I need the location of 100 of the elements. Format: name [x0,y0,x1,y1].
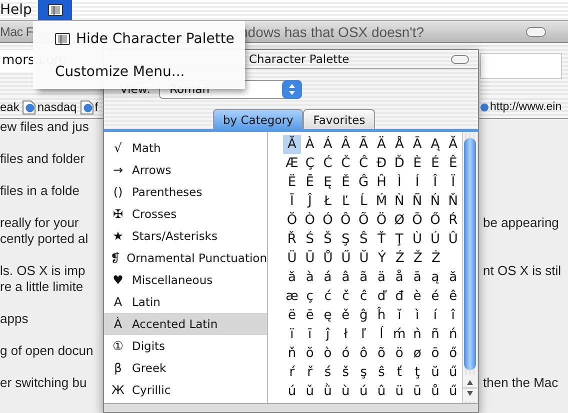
scroll-arrows-icon[interactable] [463,375,477,401]
character-cell[interactable]: Ê [444,154,462,173]
character-cell[interactable]: Ì [390,173,408,192]
character-cell[interactable]: Á [318,135,337,154]
tab[interactable]: Favorites [303,109,376,129]
character-cell[interactable]: š [336,363,355,382]
character-cell[interactable]: ů [426,382,444,401]
character-cell[interactable]: ĭ [390,306,408,325]
category-item[interactable]: β Greek [104,357,267,379]
character-cell[interactable]: ŭ [426,363,444,382]
category-item[interactable]: ✠ Crosses [104,203,267,225]
character-cell[interactable]: Ă [444,135,462,154]
character-cell[interactable]: Û [444,230,462,249]
character-cell[interactable]: Ò [300,211,319,230]
category-item[interactable]: A Latin [104,291,267,313]
character-cell[interactable]: ş [354,363,373,382]
character-cell[interactable]: ò [318,344,337,363]
character-cell[interactable]: Ŭ [355,249,373,268]
character-cell[interactable]: É [426,154,444,173]
character-cell[interactable]: Ù [408,230,426,249]
character-cell[interactable]: Ã [354,135,373,154]
character-cell[interactable]: Ź [391,249,409,268]
category-item[interactable]: ♥ Miscellaneous [104,269,267,291]
character-cell[interactable]: õ [372,344,390,363]
character-cell[interactable]: ê [444,287,462,306]
character-cell[interactable]: ě [336,306,355,325]
character-cell[interactable]: ḿ [390,325,408,344]
character-cell[interactable]: ǔ [300,382,319,401]
character-cell[interactable]: à [300,268,319,287]
category-item[interactable]: √ Math [104,137,267,159]
character-cell[interactable]: ü [390,382,408,401]
tab[interactable]: by Category [213,109,304,129]
bookmark-link[interactable]: f [80,100,98,114]
character-cell[interactable]: û [372,382,390,401]
character-cell[interactable]: ś [318,363,337,382]
toolbar-toggle-button[interactable] [526,26,546,36]
character-cell[interactable]: Ë [283,173,301,192]
character-cell[interactable]: ŝ [372,363,390,382]
character-cell[interactable]: ô [354,344,373,363]
character-cell[interactable]: Ą [426,135,444,154]
category-item[interactable]: () Parentheses [104,181,267,203]
character-cell[interactable]: ĉ [354,287,373,306]
character-cell[interactable]: Ę [318,173,337,192]
character-cell[interactable]: Ř [283,230,301,249]
menu-item[interactable]: Hide Character Palette [33,25,245,52]
character-cell[interactable]: ō [426,344,444,363]
character-cell[interactable]: å [390,268,408,287]
scroll-thumb[interactable] [464,138,476,370]
character-cell[interactable]: Ż [427,249,445,268]
character-cell[interactable]: ć [318,287,337,306]
character-cell[interactable]: ă [444,268,462,287]
character-cell[interactable]: Č [336,154,355,173]
character-cell[interactable]: Ţ [390,230,408,249]
character-cell[interactable]: Ş [336,230,355,249]
palette-menu[interactable] [38,0,72,20]
character-cell[interactable]: È [408,154,426,173]
toolbar-toggle-button[interactable] [451,54,469,64]
character-cell[interactable]: ĺ [372,325,390,344]
character-cell[interactable]: Ū [301,249,319,268]
category-item[interactable]: ① Digits [104,335,267,357]
character-cell[interactable]: ĝ [354,306,373,325]
character-cell[interactable]: Ō [408,211,426,230]
character-cell[interactable]: ā [408,268,426,287]
character-cell[interactable]: í [426,306,444,325]
character-cell[interactable]: ã [354,268,373,287]
character-cell[interactable]: Ĵ [300,192,319,211]
character-cell[interactable]: Ç [300,154,319,173]
character-cell[interactable]: ĵ [318,325,337,344]
character-cell[interactable]: ť [390,363,408,382]
character-cell[interactable]: Ś [300,230,319,249]
character-cell[interactable]: Ĺ [354,192,373,211]
character-cell[interactable]: ñ [426,325,444,344]
character-cell[interactable]: ţ [408,363,426,382]
scrollbar[interactable] [463,132,478,403]
character-cell[interactable]: é [426,287,444,306]
character-cell[interactable]: Ń [426,192,444,211]
character-cell[interactable]: ň [283,344,301,363]
character-cell[interactable]: ï [283,325,301,344]
character-cell[interactable]: ł [336,325,355,344]
character-cell[interactable]: Ä [372,135,390,154]
bookmark-link[interactable]: eak [0,100,20,114]
character-cell[interactable]: Ď [390,154,408,173]
help-menu[interactable]: Help [0,0,35,20]
character-cell[interactable]: â [336,268,355,287]
character-cell[interactable]: ì [408,306,426,325]
character-cell[interactable]: î [444,306,462,325]
character-cell[interactable]: Ŏ [283,211,301,230]
character-cell[interactable]: Ě [336,173,355,192]
character-cell[interactable]: ē [300,306,319,325]
character-cell[interactable]: ű [444,363,462,382]
character-cell[interactable]: Ĉ [354,154,373,173]
character-cell[interactable]: ǹ [408,325,426,344]
character-cell[interactable]: Ľ [336,192,355,211]
character-cell[interactable]: Ǹ [390,192,408,211]
character-cell[interactable]: ă [283,268,301,287]
category-item[interactable]: → Arrows [104,159,267,181]
character-cell[interactable]: Ő [426,211,444,230]
character-cell[interactable]: ĥ [372,306,390,325]
character-cell[interactable]: À [300,135,319,154]
character-cell[interactable]: Ŕ [444,211,462,230]
